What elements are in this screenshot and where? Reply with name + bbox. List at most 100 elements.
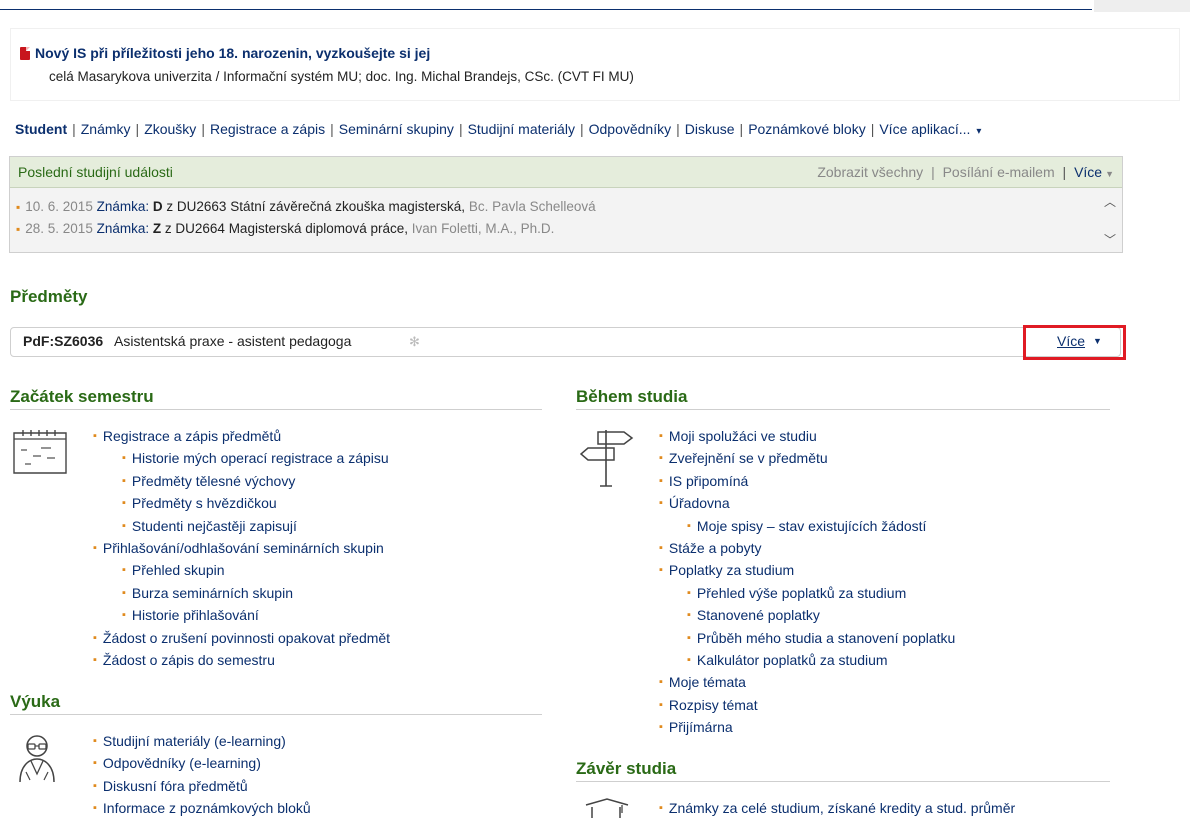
nav-vice-aplikaci[interactable]: Více aplikací... <box>879 121 970 137</box>
nav-seminarni-skupiny[interactable]: Seminární skupiny <box>339 121 454 137</box>
list-link[interactable]: Poplatky za studium <box>669 562 794 578</box>
start-semester-heading: Začátek semestru <box>10 387 154 406</box>
gear-icon[interactable]: ✻ <box>409 334 420 350</box>
list-link[interactable]: Moje spisy – stav existujících žádostí <box>697 518 927 534</box>
list-link[interactable]: Diskusní fóra předmětů <box>103 778 248 794</box>
list-link[interactable]: Známky za celé studium, získané kredity … <box>669 800 1015 816</box>
bullet-icon: ▪ <box>659 676 663 689</box>
link-list-item[interactable]: ▪ Stanovené poplatky <box>687 607 820 623</box>
link-list-item[interactable]: ▪ Předměty tělesné výchovy <box>122 473 295 489</box>
list-link[interactable]: Informace z poznámkových bloků <box>103 800 311 816</box>
nav-diskuse[interactable]: Diskuse <box>685 121 735 137</box>
list-link[interactable]: Studijní materiály (e-learning) <box>103 733 286 749</box>
event-teacher: Bc. Pavla Schelleová <box>468 199 596 214</box>
link-separator: | <box>1062 164 1067 180</box>
list-link[interactable]: Moje témata <box>669 674 746 690</box>
link-list-item[interactable]: ▪ Přihlašování/odhlašování seminárních sk… <box>93 540 384 556</box>
scroll-up-icon[interactable]: ︿ <box>1104 193 1116 210</box>
list-link[interactable]: Průběh mého studia a stanovení poplatku <box>697 630 955 646</box>
bullet-icon: ▪ <box>122 586 126 599</box>
event-label[interactable]: Známka: <box>97 199 150 214</box>
link-list-item[interactable]: ▪ Odpovědníky (e-learning) <box>93 755 261 771</box>
list-link[interactable]: Stanovené poplatky <box>697 607 820 623</box>
bullet-icon: ▪ <box>93 654 97 666</box>
nav-poznamkove-bloky[interactable]: Poznámkové bloky <box>748 121 866 137</box>
nav-separator: | <box>870 121 875 137</box>
list-link[interactable]: Zveřejnění se v předmětu <box>669 450 828 466</box>
list-link[interactable]: Žádost o zápis do semestru <box>103 652 275 668</box>
link-list-item[interactable]: ▪ Historie přihlašování <box>122 607 259 623</box>
nav-zkousky[interactable]: Zkoušky <box>144 121 196 137</box>
bullet-icon: ▪ <box>687 631 691 644</box>
link-list-item[interactable]: ▪ Informace z poznámkových bloků <box>93 800 311 816</box>
list-link[interactable]: Historie mých operací registrace a zápis… <box>132 450 389 466</box>
nav-studijni-materialy[interactable]: Studijní materiály <box>468 121 575 137</box>
event-date: 28. 5. 2015 <box>25 221 93 236</box>
list-link[interactable]: Burza seminárních skupin <box>132 585 293 601</box>
list-link[interactable]: Kalkulátor poplatků za studium <box>697 652 888 668</box>
top-right-tab[interactable] <box>1094 0 1190 12</box>
list-link[interactable]: Přijímárna <box>669 719 733 735</box>
list-link[interactable]: Odpovědníky (e-learning) <box>103 755 261 771</box>
list-link[interactable]: Moji spolužáci ve studiu <box>669 428 817 444</box>
link-list-item[interactable]: ▪ Zveřejnění se v předmětu <box>659 450 828 466</box>
nav-registrace[interactable]: Registrace a zápis <box>210 121 325 137</box>
course-name-link[interactable]: Asistentská praxe - asistent pedagoga <box>114 333 351 349</box>
bullet-icon: ▪ <box>93 779 97 792</box>
news-subtitle: celá Masarykova univerzita / Informační … <box>49 69 634 84</box>
list-link[interactable]: IS připomíná <box>669 473 748 489</box>
nav-student[interactable]: Student <box>15 121 67 137</box>
link-list-item[interactable]: ▪ Žádost o zápis do semestru <box>93 652 275 668</box>
link-list-item[interactable]: ▪ Známky za celé studium, získané kredity… <box>659 800 1015 816</box>
news-title-link[interactable]: Nový IS při příležitosti jeho 18. naroze… <box>35 45 430 61</box>
link-list-item[interactable]: ▪ Studenti nejčastěji zapisují <box>122 518 297 534</box>
list-link[interactable]: Žádost o zrušení povinnosti opakovat pře… <box>103 630 390 646</box>
link-list-item[interactable]: ▪ Burza seminárních skupin <box>122 585 293 601</box>
list-link[interactable]: Úřadovna <box>669 495 730 511</box>
nav-separator: | <box>579 121 584 137</box>
menu-arrow-icon[interactable]: ▾ <box>976 126 981 137</box>
link-list-item[interactable]: ▪ Přehled výše poplatků za studium <box>687 585 906 601</box>
list-link[interactable]: Přehled výše poplatků za studium <box>697 585 906 601</box>
list-link[interactable]: Studenti nejčastěji zapisují <box>132 518 297 534</box>
list-link[interactable]: Přihlašování/odhlašování seminárních sku… <box>103 540 384 556</box>
link-list-item[interactable]: ▪ Předměty s hvězdičkou <box>122 495 277 511</box>
link-list-item[interactable]: ▪ Přijímárna <box>659 719 733 735</box>
link-list-item[interactable]: ▪ Moje témata <box>659 674 746 690</box>
link-list-item[interactable]: ▪ Průběh mého studia a stanovení poplatku <box>687 630 955 646</box>
link-list-item[interactable]: ▪ Studijní materiály (e-learning) <box>93 733 286 749</box>
nav-odpovedniky[interactable]: Odpovědníky <box>589 121 672 137</box>
list-link[interactable]: Předměty tělesné výchovy <box>132 473 295 489</box>
list-link[interactable]: Rozpisy témat <box>669 697 758 713</box>
link-list-item[interactable]: ▪ Moje spisy – stav existujících žádostí <box>687 518 926 534</box>
link-list-item[interactable]: ▪ Úřadovna <box>659 495 730 511</box>
list-link[interactable]: Přehled skupin <box>132 562 225 578</box>
link-list-item[interactable]: ▪ IS připomíná <box>659 473 748 489</box>
events-more-link[interactable]: Více <box>1074 164 1102 180</box>
list-link[interactable]: Stáže a pobyty <box>669 540 762 556</box>
link-list-item[interactable]: ▪ Kalkulátor poplatků za studium <box>687 652 888 668</box>
list-link[interactable]: Předměty s hvězdičkou <box>132 495 277 511</box>
event-label[interactable]: Známka: <box>97 221 150 236</box>
link-list-item[interactable]: ▪ Stáže a pobyty <box>659 540 762 556</box>
link-list-item[interactable]: ▪ Historie mých operací registrace a zápi… <box>122 450 389 466</box>
link-list-item[interactable]: ▪ Poplatky za studium <box>659 562 794 578</box>
course-more-button[interactable]: Více <box>1057 333 1085 349</box>
list-link[interactable]: Registrace a zápis předmětů <box>103 428 281 444</box>
show-all-link[interactable]: Zobrazit všechny <box>817 164 923 180</box>
bullet-icon: ▪ <box>659 564 663 577</box>
link-list-item[interactable]: ▪ Přehled skupin <box>122 562 225 578</box>
email-link[interactable]: Posílání e-mailem <box>943 164 1055 180</box>
list-link[interactable]: Historie přihlašování <box>132 607 259 623</box>
bullet-icon: ▪ <box>93 542 97 554</box>
link-list-item[interactable]: ▪ Moji spolužáci ve studiu <box>659 428 817 444</box>
nav-separator: | <box>201 121 205 137</box>
link-list-item[interactable]: ▪ Žádost o zrušení povinnosti opakovat př… <box>93 630 390 646</box>
bullet-icon: ▪ <box>659 452 663 465</box>
scroll-down-icon[interactable]: ﹀ <box>1104 231 1116 248</box>
nav-znamky[interactable]: Známky <box>81 121 131 137</box>
bullet-icon: ▪ <box>659 542 663 554</box>
link-list-item[interactable]: ▪ Diskusní fóra předmětů <box>93 778 248 794</box>
link-list-item[interactable]: ▪ Rozpisy témat <box>659 697 758 713</box>
link-list-item[interactable]: ▪ Registrace a zápis předmětů <box>93 428 281 444</box>
